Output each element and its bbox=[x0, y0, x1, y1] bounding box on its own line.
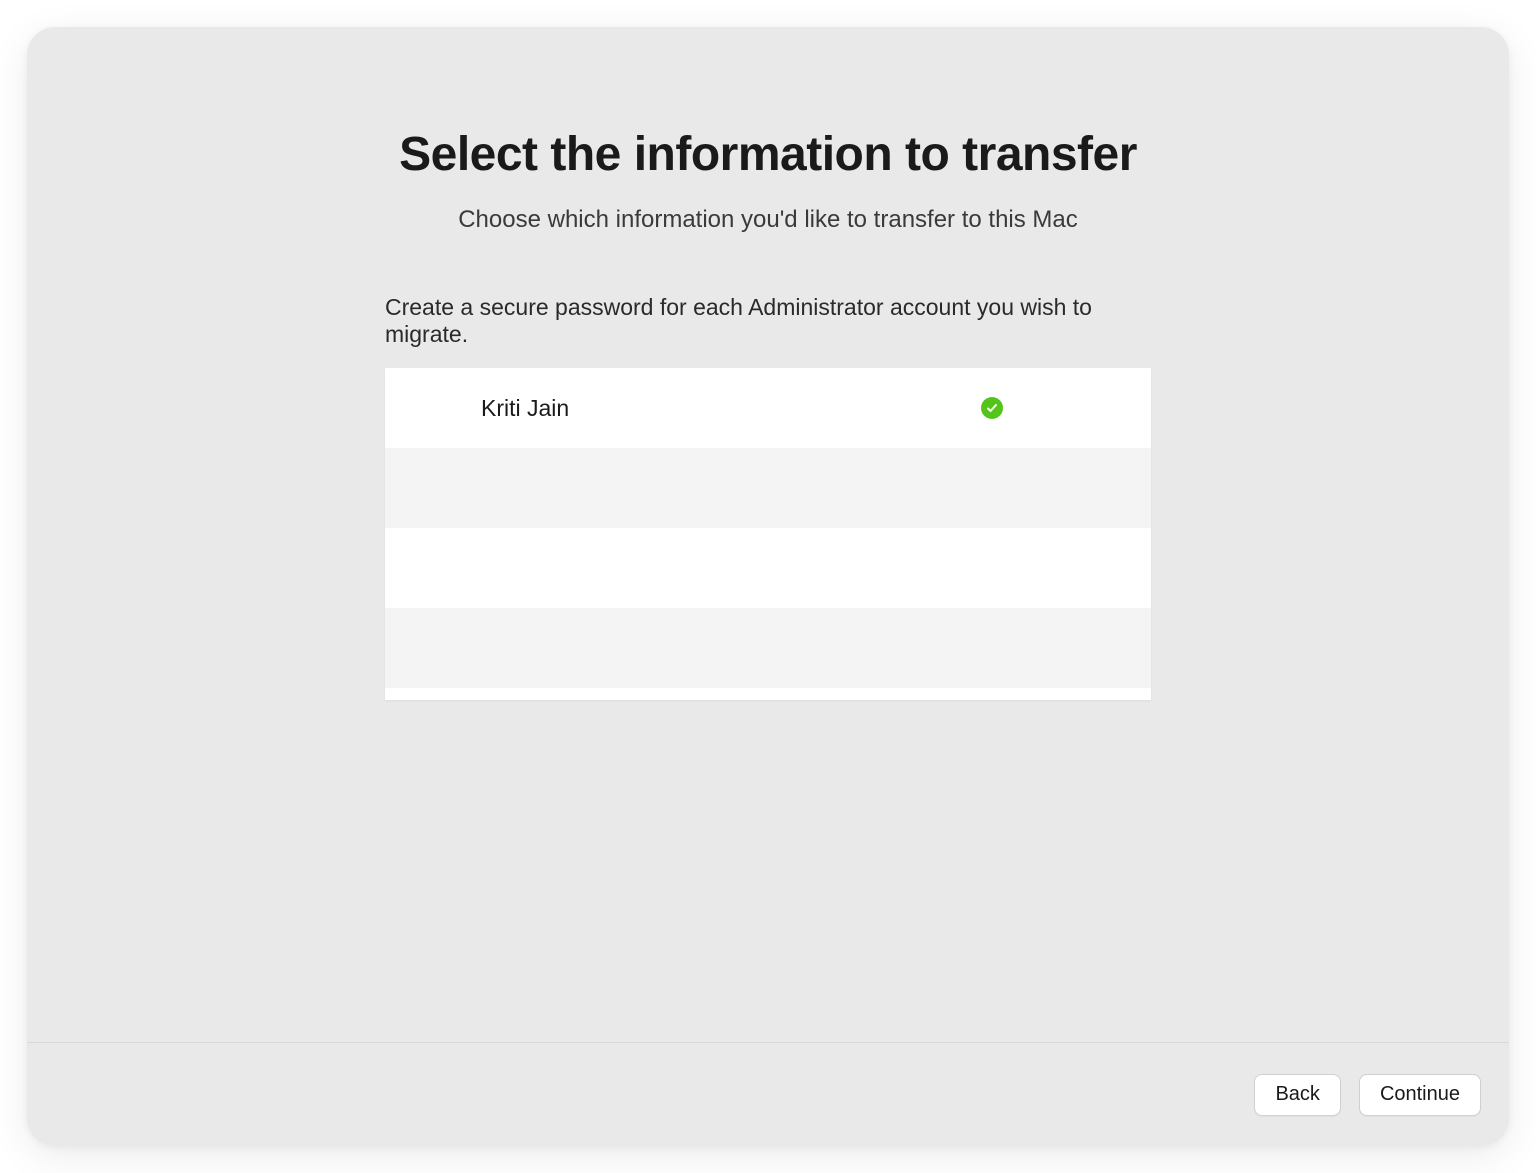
empty-row bbox=[385, 688, 1151, 700]
footer-bar: Back Continue bbox=[27, 1042, 1509, 1146]
accounts-list: Kriti Jain bbox=[385, 368, 1151, 700]
account-row[interactable]: Kriti Jain bbox=[385, 368, 1151, 448]
checkmark-icon bbox=[981, 397, 1003, 419]
empty-row bbox=[385, 448, 1151, 528]
instruction-text: Create a secure password for each Admini… bbox=[385, 294, 1151, 348]
empty-row bbox=[385, 608, 1151, 688]
content-area: Select the information to transfer Choos… bbox=[27, 27, 1509, 1042]
migration-assistant-window: Select the information to transfer Choos… bbox=[27, 27, 1509, 1146]
page-title: Select the information to transfer bbox=[399, 127, 1137, 182]
page-subtitle: Choose which information you'd like to t… bbox=[458, 206, 1078, 234]
back-button[interactable]: Back bbox=[1254, 1074, 1340, 1116]
account-name: Kriti Jain bbox=[481, 395, 981, 422]
empty-row bbox=[385, 528, 1151, 608]
continue-button[interactable]: Continue bbox=[1359, 1074, 1481, 1116]
